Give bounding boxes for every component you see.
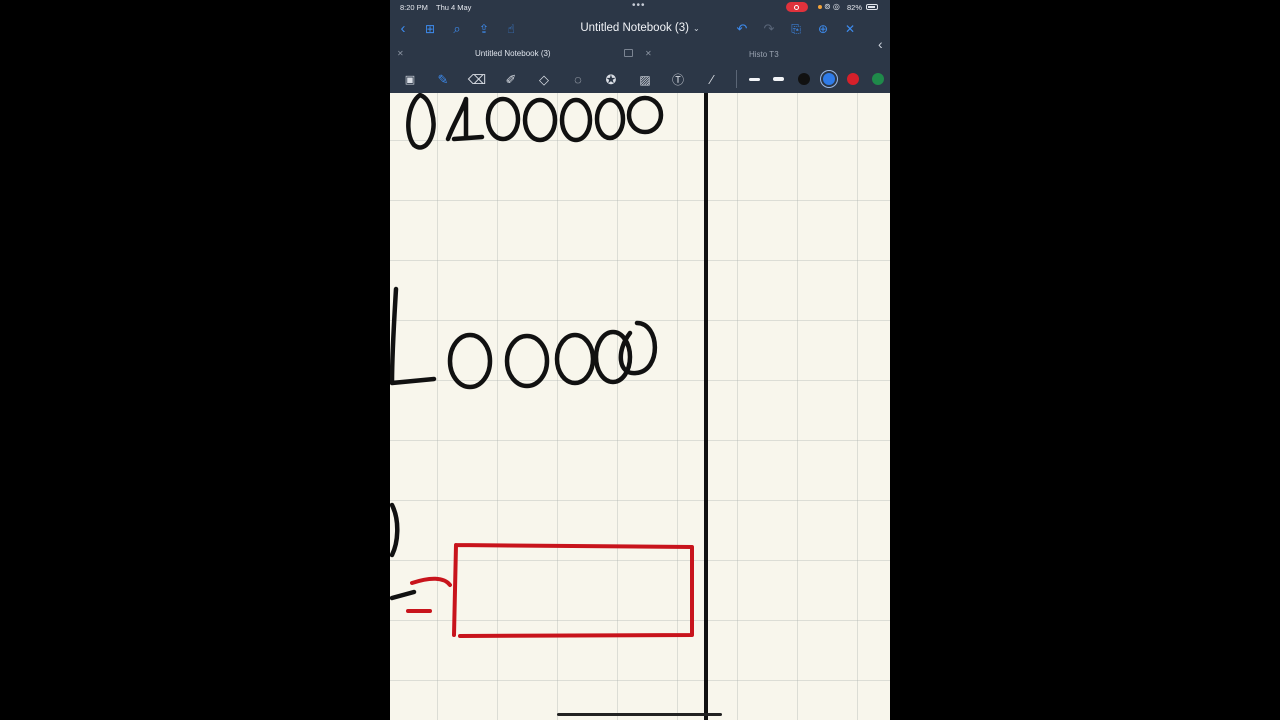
red-box: [452, 543, 694, 638]
ink-stroke: [594, 97, 626, 141]
color-blue[interactable]: [823, 73, 835, 85]
image-text-icon[interactable]: ▣: [400, 70, 420, 90]
stroke-medium-icon[interactable]: [773, 77, 784, 81]
mic-indicator-icon: [818, 5, 822, 9]
redo-icon[interactable]: ↷: [760, 20, 778, 38]
ink-stroke: [559, 97, 593, 143]
screen-recording-icon: [786, 2, 808, 12]
drawing-toolbar: ▣ ✎ ⌫ ✐ ◇ ◌ ✪ ▨ Ⓣ ⁄: [390, 66, 890, 93]
split-view-icon[interactable]: [624, 49, 633, 57]
color-green[interactable]: [872, 73, 884, 85]
black-ink: [390, 93, 708, 720]
ink-stroke: [390, 502, 400, 558]
status-date: Thu 4 May: [436, 3, 472, 12]
ink-stroke: [406, 93, 436, 150]
battery-percentage: 82%: [847, 3, 863, 12]
ink-stroke: [485, 96, 521, 142]
image-icon[interactable]: ▨: [635, 70, 655, 90]
app-chrome: 8:20 PM Thu 4 May ••• ⊚ ◎ 82% ‹ ⊞ ⌕ ⇪ ☝ …: [390, 0, 890, 93]
toolbar-divider: [736, 70, 737, 88]
color-black[interactable]: [798, 73, 810, 85]
notebook-page[interactable]: [390, 93, 890, 720]
laser-icon[interactable]: ⁄: [702, 70, 722, 90]
shapes-icon[interactable]: ◇: [534, 70, 554, 90]
ink-stroke: [522, 97, 558, 143]
ink-stroke: [390, 286, 437, 386]
tab-histo-t3[interactable]: Histo T3: [749, 50, 779, 59]
wifi-icon: ⊚ ◎: [824, 2, 840, 11]
close-icon[interactable]: ✕: [841, 20, 859, 38]
multitasking-dots-icon[interactable]: •••: [632, 0, 646, 11]
ipad-screen: 8:20 PM Thu 4 May ••• ⊚ ◎ 82% ‹ ⊞ ⌕ ⇪ ☝ …: [390, 0, 890, 720]
home-indicator[interactable]: [557, 713, 722, 716]
sidebar-handle-icon[interactable]: ‹: [878, 36, 883, 52]
ink-stroke: [445, 96, 485, 142]
status-time: 8:20 PM: [400, 3, 428, 12]
bookmark-icon[interactable]: ⎘: [787, 20, 805, 38]
red-ink: [406, 543, 694, 638]
tab-untitled-notebook[interactable]: Untitled Notebook (3): [475, 49, 551, 58]
tab-close-icon[interactable]: ✕: [397, 49, 404, 58]
chevron-down-icon: ⌄: [692, 24, 700, 33]
lasso-icon[interactable]: ◌: [568, 70, 588, 90]
eraser-icon[interactable]: ⌫: [467, 70, 487, 90]
ink-stroke: [618, 320, 658, 376]
ink-stroke: [447, 332, 493, 390]
battery-icon: [866, 4, 878, 10]
tab-close-icon[interactable]: ✕: [645, 49, 652, 58]
stroke-thin-icon[interactable]: [749, 78, 760, 81]
ink-stroke: [554, 332, 596, 386]
undo-icon[interactable]: ↶: [733, 20, 751, 38]
notebook-title-text: Untitled Notebook (3): [580, 22, 689, 34]
ink-stroke: [504, 333, 550, 389]
ink-stroke: [390, 589, 417, 601]
pen-icon[interactable]: ✎: [433, 70, 453, 90]
status-bar: 8:20 PM Thu 4 May ••• ⊚ ◎ 82%: [390, 0, 890, 14]
tab-bar: ✕ Untitled Notebook (3) ✕ Histo T3: [390, 46, 890, 62]
color-red[interactable]: [847, 73, 859, 85]
sticker-icon[interactable]: ✪: [601, 70, 621, 90]
red-equals-top: [410, 576, 452, 587]
ink-stroke: [626, 95, 664, 135]
navigation-bar: ‹ ⊞ ⌕ ⇪ ☝ Untitled Notebook (3) ⌄ ↶ ↷ ⎘ ⊕…: [390, 16, 890, 44]
highlighter-icon[interactable]: ✐: [501, 70, 521, 90]
handwriting-layer: [390, 93, 708, 720]
text-icon[interactable]: Ⓣ: [668, 70, 688, 90]
add-page-icon[interactable]: ⊕: [814, 20, 832, 38]
